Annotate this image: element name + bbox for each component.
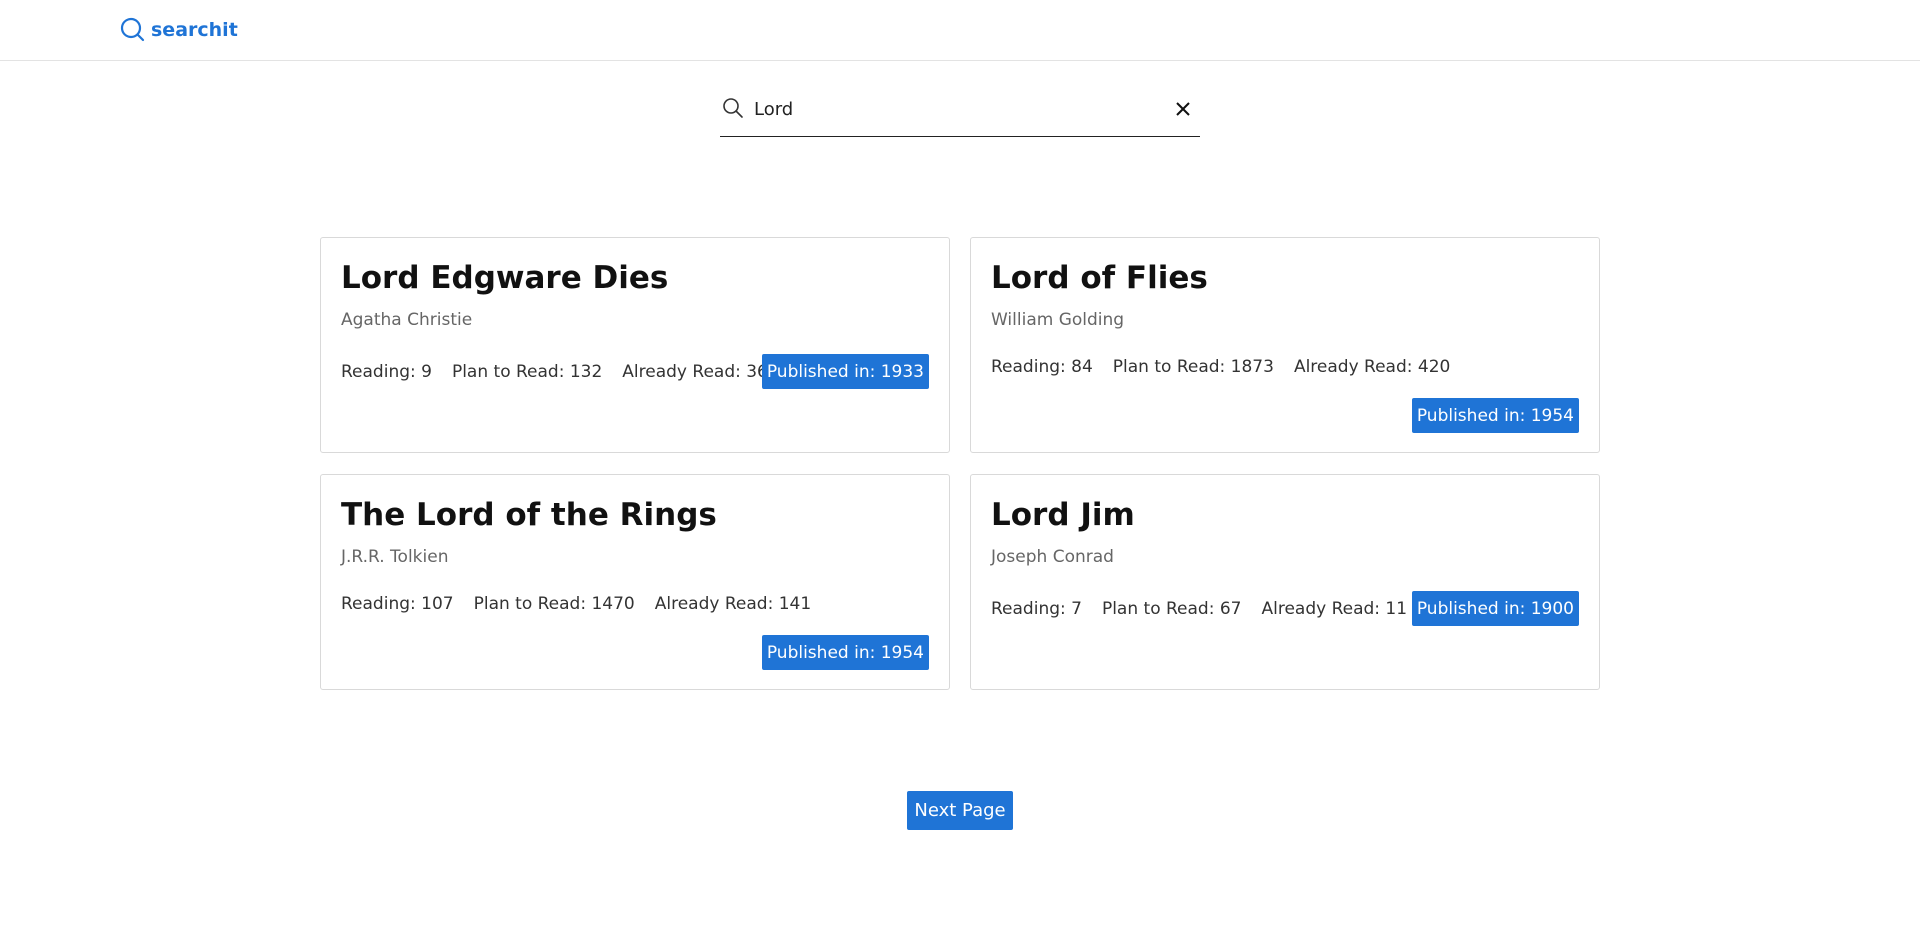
search-icon xyxy=(120,17,145,42)
reading-count: Reading: 84 xyxy=(991,357,1093,377)
search-icon xyxy=(722,97,744,123)
plan-to-read-count: Plan to Read: 1873 xyxy=(1112,357,1274,377)
clear-search-button[interactable] xyxy=(1170,96,1196,122)
book-title[interactable]: Lord of Flies xyxy=(991,260,1208,296)
reading-count: Reading: 7 xyxy=(991,599,1082,619)
plan-to-read-count: Plan to Read: 132 xyxy=(451,362,603,382)
book-title[interactable]: The Lord of the Rings xyxy=(341,497,717,533)
result-card[interactable]: Lord of Flies William Golding Reading: 8… xyxy=(970,237,1600,453)
book-author: Joseph Conrad xyxy=(991,547,1114,567)
book-author: William Golding xyxy=(991,310,1125,330)
published-badge: Published in: 1954 xyxy=(1411,398,1579,433)
reading-stats: Reading: 84 Plan to Read: 1873 Already R… xyxy=(991,357,1450,377)
published-badge: Published in: 1954 xyxy=(761,635,929,670)
already-read-count: Already Read: 36 xyxy=(622,362,768,382)
book-title[interactable]: Lord Jim xyxy=(991,497,1135,533)
search-bar xyxy=(720,86,1200,137)
reading-stats: Reading: 7 Plan to Read: 67 Already Read… xyxy=(991,599,1407,619)
book-author: Agatha Christie xyxy=(341,310,473,330)
search-input[interactable] xyxy=(754,94,1154,124)
result-card[interactable]: The Lord of the Rings J.R.R. Tolkien Rea… xyxy=(320,474,950,690)
reading-count: Reading: 107 xyxy=(341,594,454,614)
brand-logo-link[interactable]: searchit xyxy=(120,17,238,42)
result-card[interactable]: Lord Edgware Dies Agatha Christie Readin… xyxy=(320,237,950,453)
book-author: J.R.R. Tolkien xyxy=(341,547,449,567)
reading-count: Reading: 9 xyxy=(341,362,432,382)
close-icon xyxy=(1176,102,1190,116)
top-navbar: searchit xyxy=(0,0,1920,61)
already-read-count: Already Read: 11 xyxy=(1261,599,1408,619)
reading-stats: Reading: 9 Plan to Read: 132 Already Rea… xyxy=(341,362,768,382)
published-badge: Published in: 1900 xyxy=(1411,591,1579,626)
brand-label: searchit xyxy=(151,18,238,41)
plan-to-read-count: Plan to Read: 1470 xyxy=(473,594,635,614)
next-page-button[interactable]: Next Page xyxy=(907,791,1013,830)
plan-to-read-count: Plan to Read: 67 xyxy=(1101,599,1242,619)
book-title[interactable]: Lord Edgware Dies xyxy=(341,260,668,296)
result-card[interactable]: Lord Jim Joseph Conrad Reading: 7 Plan t… xyxy=(970,474,1600,690)
published-badge: Published in: 1933 xyxy=(761,354,929,389)
reading-stats: Reading: 107 Plan to Read: 1470 Already … xyxy=(341,594,811,614)
already-read-count: Already Read: 420 xyxy=(1293,357,1451,377)
already-read-count: Already Read: 141 xyxy=(654,594,812,614)
